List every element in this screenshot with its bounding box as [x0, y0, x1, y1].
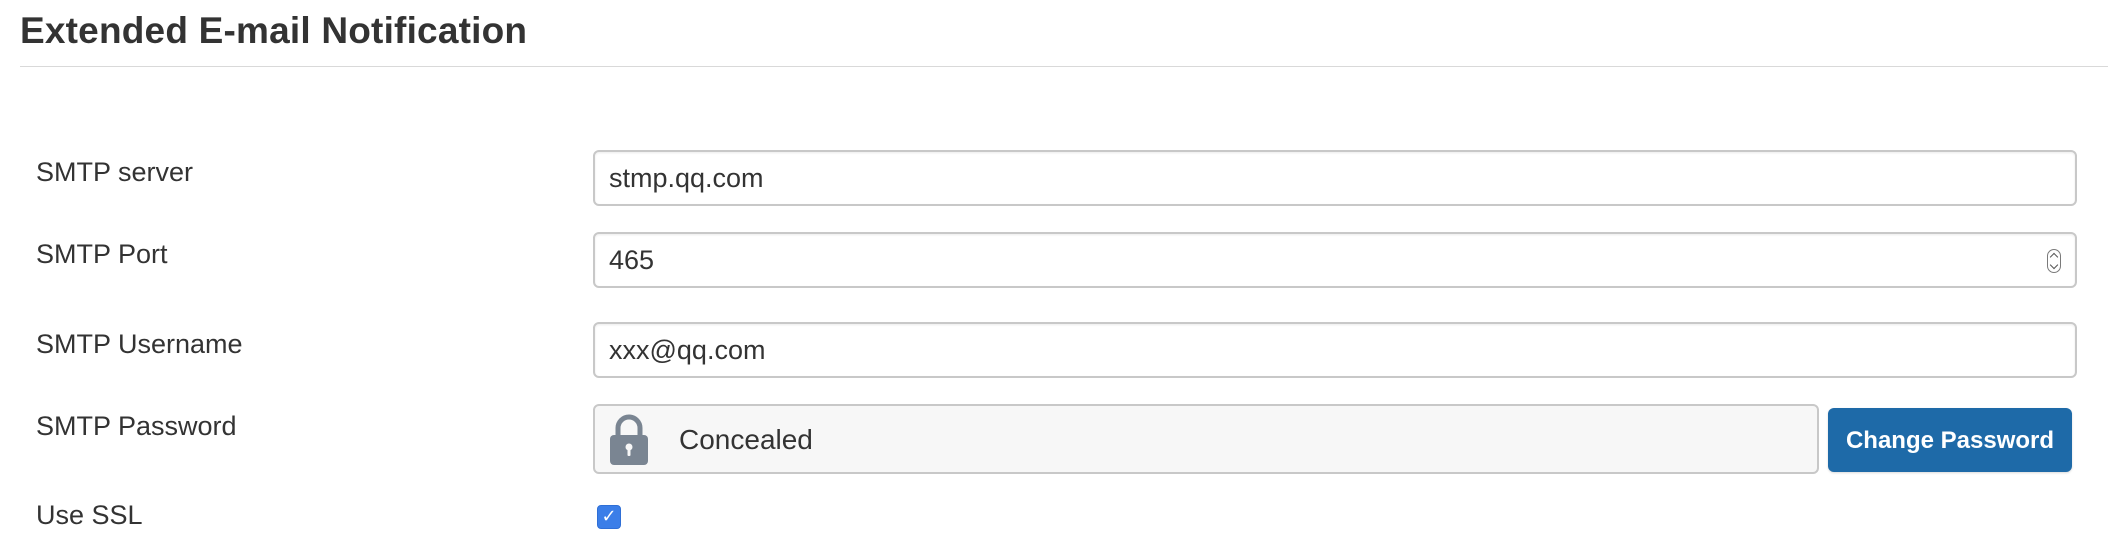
- change-password-button[interactable]: Change Password: [1828, 408, 2072, 472]
- number-spinner-icon[interactable]: [2047, 249, 2061, 273]
- smtp-port-label: SMTP Port: [36, 239, 168, 269]
- smtp-password-label: SMTP Password: [36, 411, 237, 441]
- smtp-server-value: stmp.qq.com: [609, 163, 764, 193]
- section-divider: [20, 66, 2108, 67]
- smtp-password-concealed-field: Concealed: [593, 404, 1819, 474]
- smtp-server-label: SMTP server: [36, 157, 194, 187]
- smtp-username-value: xxx@qq.com: [609, 335, 766, 365]
- lock-icon: [610, 414, 648, 465]
- use-ssl-label: Use SSL: [36, 500, 143, 530]
- smtp-port-value: 465: [609, 245, 655, 275]
- smtp-server-input[interactable]: stmp.qq.com: [593, 150, 2077, 206]
- use-ssl-checkbox[interactable]: ✓: [597, 505, 621, 529]
- smtp-username-input[interactable]: xxx@qq.com: [593, 322, 2077, 378]
- smtp-port-input[interactable]: 465: [593, 232, 2077, 288]
- smtp-username-label: SMTP Username: [36, 329, 243, 359]
- password-concealed-status: Concealed: [679, 424, 813, 455]
- section-title: Extended E-mail Notification: [20, 10, 528, 51]
- email-notification-settings: Extended E-mail Notification SMTP server…: [0, 0, 2108, 544]
